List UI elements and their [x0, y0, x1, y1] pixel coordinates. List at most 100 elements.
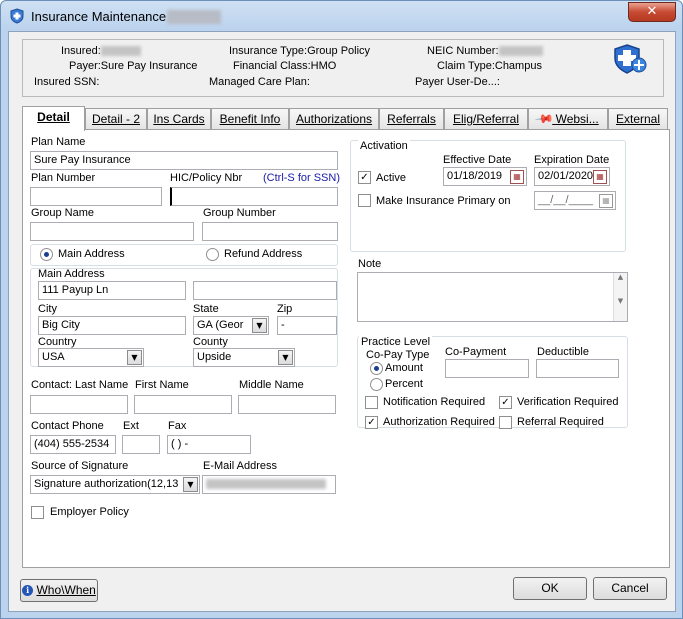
refund-address-radio[interactable]	[206, 248, 219, 261]
county-select[interactable]: Upside ▼	[193, 348, 295, 367]
plan-number-label: Plan Number	[31, 172, 96, 184]
group-name-input[interactable]	[30, 222, 194, 241]
primary-date-input: __/__/____ ▦	[534, 191, 616, 210]
percent-label: Percent	[385, 378, 423, 390]
active-label: Active	[376, 172, 406, 184]
email-redacted	[206, 479, 326, 490]
expiration-date-label: Expiration Date	[534, 154, 610, 166]
primary-date-value: __/__/____	[538, 194, 594, 206]
activation-group: Activation Effective Date Expiration Dat…	[350, 140, 626, 252]
chevron-down-icon[interactable]: ▼	[252, 318, 267, 333]
calendar-icon[interactable]: ▦	[510, 170, 524, 184]
tab-website[interactable]: 📌 Websi...	[528, 108, 608, 130]
effective-date-input[interactable]: 01/18/2019 ▦	[443, 167, 527, 186]
expiration-date-input[interactable]: 02/01/2020 ▦	[534, 167, 610, 186]
state-select[interactable]: GA (Geor ▼	[193, 316, 269, 335]
note-textarea[interactable]: ▲ ▼	[357, 272, 628, 322]
contact-last-name-label: Contact: Last Name	[31, 379, 129, 391]
first-name-input[interactable]	[134, 395, 232, 414]
ok-button[interactable]: OK	[513, 577, 587, 600]
tab-external[interactable]: External	[608, 108, 668, 130]
deductible-input[interactable]	[536, 359, 619, 378]
chevron-down-icon[interactable]: ▼	[127, 350, 142, 365]
referral-required-checkbox[interactable]	[499, 416, 512, 429]
practice-level-group: Practice Level Co-Pay Type Amount Percen…	[357, 336, 628, 429]
employer-policy-checkbox[interactable]	[31, 506, 44, 519]
address-type-group: Main Address Refund Address	[30, 244, 338, 266]
cancel-button[interactable]: Cancel	[593, 577, 667, 600]
ctrl-s-hint: (Ctrl-S for SSN)	[263, 172, 340, 184]
copayment-label: Co-Payment	[445, 346, 507, 358]
city-label: City	[38, 303, 57, 315]
source-signature-select[interactable]: Signature authorization(12,13 ▼	[30, 475, 200, 494]
tab-benefit-info[interactable]: Benefit Info	[211, 108, 289, 130]
dialog-client: Insured: Payer:Sure Pay Insurance Insure…	[8, 31, 676, 612]
address-line2-input[interactable]	[193, 281, 337, 300]
chevron-down-icon[interactable]: ▼	[278, 350, 293, 365]
source-signature-label: Source of Signature	[31, 460, 129, 472]
email-input[interactable]	[202, 475, 336, 494]
email-label: E-Mail Address	[203, 460, 277, 472]
source-signature-value: Signature authorization(12,13	[34, 478, 179, 490]
country-select[interactable]: USA ▼	[38, 348, 144, 367]
referral-required-label: Referral Required	[517, 416, 604, 428]
fax-label: Fax	[168, 420, 187, 432]
amount-radio[interactable]	[370, 362, 383, 375]
insured-label: Insured:	[61, 45, 101, 57]
address-line1-input[interactable]: 111 Payup Ln	[38, 281, 186, 300]
country-value: USA	[42, 351, 65, 363]
main-address-radio[interactable]	[40, 248, 53, 261]
group-name-label: Group Name	[31, 207, 94, 219]
hic-policy-input[interactable]	[170, 187, 338, 206]
tab-website-label: Websi...	[555, 112, 599, 126]
zip-input[interactable]: -	[277, 316, 337, 335]
verification-required-label: Verification Required	[517, 396, 619, 408]
note-label: Note	[358, 258, 382, 270]
state-label: State	[193, 303, 219, 315]
effective-date-value: 01/18/2019	[447, 170, 503, 182]
window-title: Insurance Maintenance -	[31, 9, 175, 24]
tab-elig-referral[interactable]: Elig/Referral	[444, 108, 528, 130]
calendar-icon[interactable]: ▦	[593, 170, 607, 184]
authorization-required-label: Authorization Required	[383, 416, 495, 428]
chevron-down-icon[interactable]: ▼	[183, 477, 198, 492]
county-label: County	[193, 336, 228, 348]
contact-phone-input[interactable]: (404) 555-2534	[30, 435, 116, 454]
tab-authorizations[interactable]: Authorizations	[289, 108, 379, 130]
plan-number-input[interactable]	[30, 187, 162, 206]
verification-required-checkbox[interactable]: ✓	[499, 396, 512, 409]
note-scrollbar[interactable]: ▲ ▼	[613, 273, 627, 321]
tab-ins-cards[interactable]: Ins Cards	[147, 108, 211, 130]
close-button[interactable]: ✕	[628, 2, 676, 22]
hic-policy-label: HIC/Policy Nbr	[170, 172, 243, 184]
active-checkbox[interactable]: ✓	[358, 171, 371, 184]
notification-required-label: Notification Required	[383, 396, 486, 408]
ext-input[interactable]	[122, 435, 160, 454]
plan-name-input[interactable]: Sure Pay Insurance	[30, 151, 338, 170]
group-number-input[interactable]	[202, 222, 338, 241]
who-when-label: Who\When	[36, 583, 96, 597]
effective-date-label: Effective Date	[443, 154, 512, 166]
activation-legend: Activation	[358, 140, 410, 152]
tab-detail[interactable]: Detail	[22, 106, 85, 131]
neic-number-label: NEIC Number:	[427, 45, 499, 57]
copay-type-label: Co-Pay Type	[366, 349, 430, 361]
main-address-radio-label: Main Address	[58, 248, 125, 260]
amount-label: Amount	[385, 362, 423, 374]
calendar-icon: ▦	[599, 194, 613, 208]
tab-detail-2[interactable]: Detail - 2	[85, 108, 147, 130]
city-input[interactable]: Big City	[38, 316, 186, 335]
authorization-required-checkbox[interactable]: ✓	[365, 416, 378, 429]
middle-name-input[interactable]	[238, 395, 336, 414]
who-when-button[interactable]: i Who\When	[20, 579, 98, 602]
make-primary-checkbox[interactable]	[358, 194, 371, 207]
insurance-shield-icon	[614, 44, 647, 74]
notification-required-checkbox[interactable]	[365, 396, 378, 409]
tab-referrals[interactable]: Referrals	[379, 108, 444, 130]
copayment-input[interactable]	[445, 359, 529, 378]
contact-last-name-input[interactable]	[30, 395, 128, 414]
fax-input[interactable]: ( ) -	[167, 435, 251, 454]
title-bar[interactable]: Insurance Maintenance - ✕	[1, 1, 682, 31]
percent-radio[interactable]	[370, 378, 383, 391]
financial-class-text: Financial Class:HMO	[233, 60, 337, 72]
